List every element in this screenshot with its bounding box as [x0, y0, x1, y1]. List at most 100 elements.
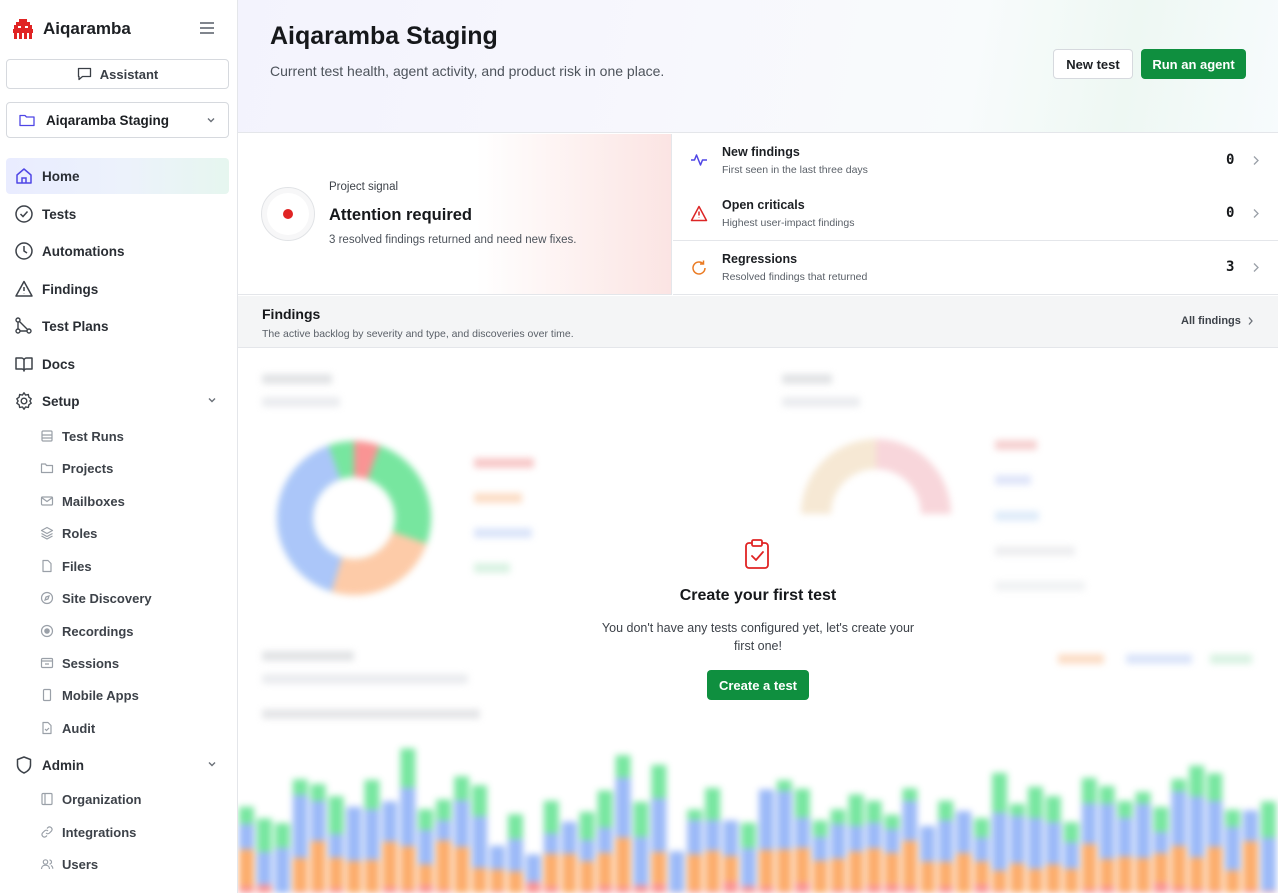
sidebar-item-audit[interactable]: Audit	[40, 714, 229, 742]
sidebar-item-site-discovery[interactable]: Site Discovery	[40, 584, 229, 612]
sidebar-item-label: Roles	[62, 525, 98, 541]
placeholder-bar	[1045, 822, 1061, 865]
placeholder-bar	[1081, 803, 1097, 845]
placeholder-bar	[454, 800, 470, 847]
placeholder-bar	[705, 850, 721, 891]
metric-new-findings[interactable]: New findings First seen in the last thre…	[673, 134, 1278, 188]
project-select[interactable]: Aiqaramba Staging	[6, 102, 229, 138]
brand[interactable]: Aiqaramba	[12, 16, 131, 42]
findings-title: Findings	[262, 306, 321, 322]
placeholder-bar	[1135, 791, 1151, 804]
sidebar-item-setup[interactable]: Setup	[6, 383, 229, 419]
sidebar-item-integrations[interactable]: Integrations	[40, 818, 229, 846]
chevron-right-icon	[1253, 263, 1259, 272]
sidebar-item-organization[interactable]: Organization	[40, 785, 229, 813]
placeholder-bar	[436, 820, 452, 841]
placeholder-bar	[256, 818, 272, 852]
placeholder-bar	[902, 886, 918, 893]
sidebar-item-test-plans[interactable]: Test Plans	[6, 308, 229, 344]
sidebar-item-recordings[interactable]: Recordings	[40, 617, 229, 645]
placeholder-bar	[418, 829, 434, 865]
placeholder-bar	[382, 801, 398, 842]
placeholder-bar	[974, 818, 990, 838]
mail-icon	[40, 496, 54, 506]
placeholder-bar	[776, 791, 792, 850]
placeholder-bar	[651, 852, 667, 884]
placeholder-bar	[508, 814, 523, 839]
metric-regressions[interactable]: Regressions Resolved findings that retur…	[673, 241, 1278, 295]
placeholder-bar	[454, 846, 470, 893]
placeholder-bar	[705, 788, 721, 821]
status-dot-icon	[283, 209, 293, 219]
phone-icon	[42, 688, 52, 702]
placeholder-bar	[1189, 888, 1205, 893]
chat-icon	[77, 67, 91, 81]
placeholder-bar	[508, 838, 523, 872]
sessions-icon	[40, 657, 54, 669]
sidebar-item-label: Test Runs	[62, 428, 124, 444]
sidebar-item-projects[interactable]: Projects	[40, 454, 229, 482]
placeholder-bar	[884, 829, 900, 853]
assistant-button[interactable]: Assistant	[6, 59, 229, 89]
placeholder-bar	[759, 886, 774, 893]
nodes-icon	[15, 317, 32, 334]
book-icon	[15, 357, 33, 372]
sidebar-item-tests[interactable]: Tests	[6, 196, 229, 232]
sidebar-item-docs[interactable]: Docs	[6, 346, 229, 382]
placeholder-bar	[615, 755, 631, 778]
empty-state-description: You don't have any tests configured yet,…	[601, 621, 915, 653]
sidebar-item-findings[interactable]: Findings	[6, 271, 229, 307]
sidebar-item-label: Projects	[62, 460, 114, 476]
placeholder-bar	[597, 790, 613, 828]
placeholder-bar	[1207, 801, 1223, 847]
sidebar-item-automations[interactable]: Automations	[6, 233, 229, 269]
placeholder-bar	[633, 801, 649, 837]
placeholder-bar	[848, 851, 864, 890]
all-findings-link[interactable]: All findings	[1181, 315, 1254, 327]
placeholder-bar	[328, 796, 344, 834]
placeholder-bar	[597, 885, 613, 893]
sidebar-item-mobile-apps[interactable]: Mobile Apps	[40, 681, 229, 709]
placeholder-bar	[1153, 832, 1169, 854]
sidebar-item-label: Mobile Apps	[62, 687, 139, 703]
sidebar-item-sessions[interactable]: Sessions	[40, 649, 229, 677]
placeholder-bar	[274, 823, 290, 848]
placeholder-bar	[956, 853, 972, 893]
placeholder-bar	[579, 839, 595, 862]
placeholder-bar	[848, 825, 864, 852]
gauge-placeholder	[801, 439, 951, 515]
run-agent-button[interactable]: Run an agent	[1141, 49, 1246, 79]
new-test-button[interactable]: New test	[1053, 49, 1133, 79]
sidebar-item-test-runs[interactable]: Test Runs	[40, 422, 229, 450]
menu-toggle-icon[interactable]	[200, 22, 214, 34]
placeholder-bar	[1010, 803, 1025, 816]
sidebar-item-home[interactable]: Home	[6, 158, 229, 194]
sidebar-item-files[interactable]: Files	[40, 552, 229, 580]
empty-state: Create your first test You don't have an…	[593, 530, 923, 710]
chevron-right-icon	[1253, 209, 1259, 218]
placeholder-bar	[436, 889, 452, 893]
placeholder-bar	[364, 779, 380, 810]
activity-icon	[691, 154, 707, 166]
placeholder-bar	[292, 795, 308, 858]
sidebar-item-label: Findings	[42, 281, 99, 297]
placeholder-bar	[1117, 817, 1133, 857]
placeholder-bar	[794, 817, 810, 848]
sidebar-item-users[interactable]: Users	[40, 850, 229, 878]
create-test-button[interactable]: Create a test	[707, 670, 809, 700]
sidebar-item-admin[interactable]: Admin	[6, 747, 229, 783]
placeholder-bar	[364, 860, 380, 893]
metric-open-criticals[interactable]: Open criticals Highest user-impact findi…	[673, 187, 1278, 241]
placeholder-bar	[974, 884, 990, 893]
placeholder-bar	[346, 806, 362, 861]
sidebar-item-roles[interactable]: Roles	[40, 519, 229, 547]
placeholder-bar	[723, 820, 738, 856]
placeholder-bar	[687, 809, 703, 821]
warning-triangle-icon	[15, 280, 33, 297]
sidebar: Aiqaramba Assistant Aiqaramba Staging Ho…	[0, 0, 238, 893]
signal-label: Project signal	[329, 181, 399, 193]
placeholder-bar	[974, 861, 990, 885]
donut-placeholder	[277, 441, 431, 595]
sidebar-item-mailboxes[interactable]: Mailboxes	[40, 487, 229, 515]
placeholder-bar	[1028, 868, 1043, 893]
